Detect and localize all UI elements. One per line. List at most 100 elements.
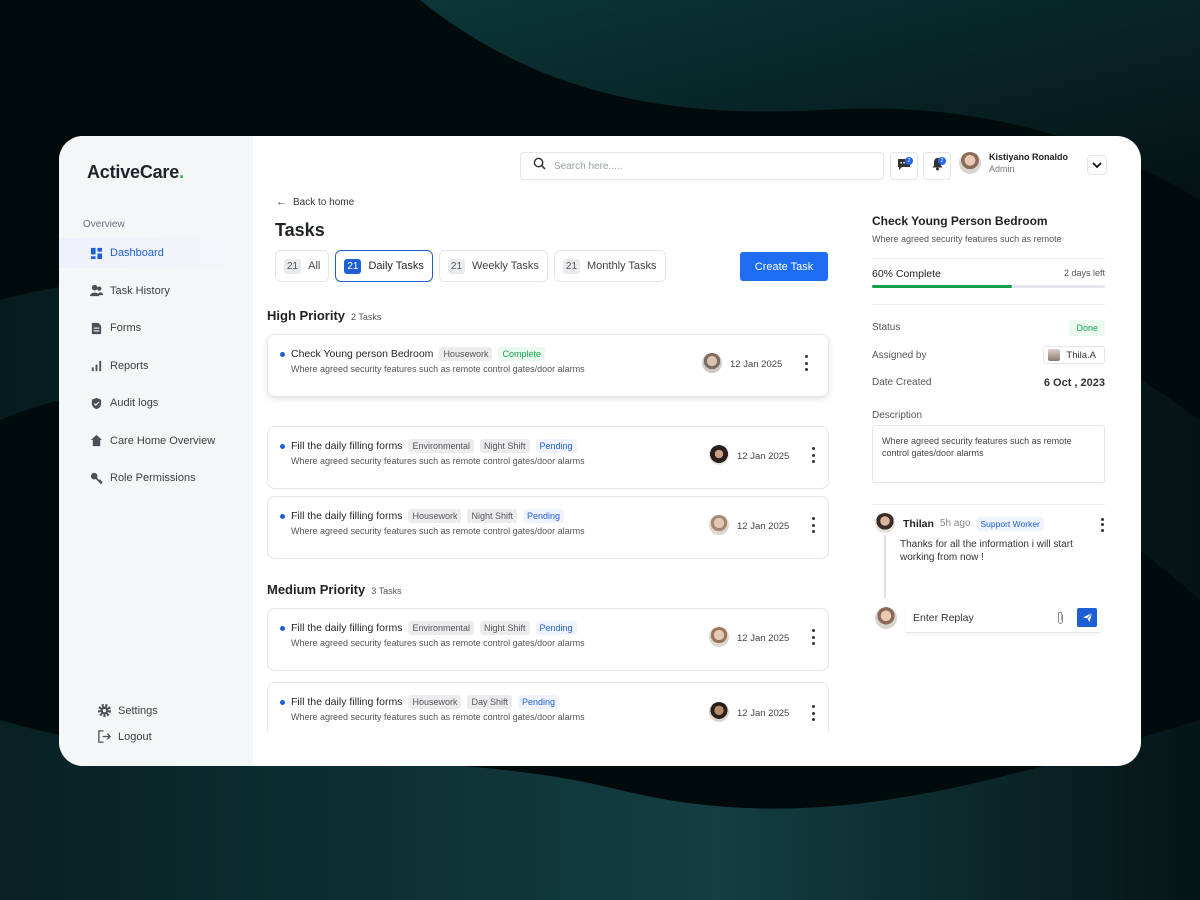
comment-time: 5h ago xyxy=(939,518,971,529)
sidebar-item-label: Forms xyxy=(110,322,142,334)
sidebar-item-task-history[interactable]: Task History xyxy=(59,276,253,306)
bar-chart-icon xyxy=(89,359,103,373)
settings-link[interactable]: Settings xyxy=(97,698,158,724)
detail-subtitle: Where agreed security features such as r… xyxy=(872,234,1062,244)
send-icon[interactable] xyxy=(1077,607,1097,627)
back-label: Back to home xyxy=(293,196,355,208)
sidebar-item-care-home-overview[interactable]: Care Home Overview xyxy=(59,426,253,456)
settings-label: Settings xyxy=(118,705,158,717)
sidebar-item-label: Audit logs xyxy=(110,397,159,409)
task-tabs: 21 All 21 Daily Tasks 21 Weekly Tasks 21 Mon… xyxy=(275,250,672,282)
messages-badge: 2 xyxy=(905,157,913,165)
status-badge: Pending xyxy=(535,439,577,453)
user-menu[interactable]: Kistiyano Ronaldo Admin xyxy=(959,152,1068,174)
notifications-badge: 2 xyxy=(938,157,946,165)
comment-author: Thilan xyxy=(903,517,934,530)
back-link[interactable]: ← Back to home xyxy=(276,196,354,208)
created-value: 6 Oct , 2023 xyxy=(1043,376,1105,389)
tab-label: Monthly Tasks xyxy=(587,260,657,272)
task-date: 12 Jan 2025 xyxy=(737,633,790,644)
avatar xyxy=(709,702,729,722)
notifications-button[interactable]: 2 xyxy=(923,152,951,180)
brand-logo[interactable]: ActiveCare. xyxy=(87,162,184,183)
assigned-label: Assigned by xyxy=(872,349,927,361)
tab-weekly[interactable]: 21 Weekly Tasks xyxy=(438,250,548,282)
task-card[interactable]: Check Young person Bedroom Housework Com… xyxy=(267,334,829,397)
page-title: Tasks xyxy=(275,220,325,240)
home-icon xyxy=(89,434,103,448)
task-card[interactable]: Fill the daily filling forms Environment… xyxy=(267,608,829,671)
nav-section-label: Overview xyxy=(83,219,125,230)
status-label: Status xyxy=(872,322,901,334)
reply-input[interactable] xyxy=(913,612,1043,624)
sidebar-item-reports[interactable]: Reports xyxy=(59,351,253,381)
tab-monthly[interactable]: 21 Monthly Tasks xyxy=(553,250,666,282)
user-name: Kistiyano Ronaldo xyxy=(989,152,1069,162)
avatar xyxy=(709,627,729,647)
assignee-chip[interactable]: Thila.A xyxy=(1043,346,1105,365)
task-card[interactable]: Fill the daily filling forms Housework D… xyxy=(267,682,829,732)
tab-daily[interactable]: 21 Daily Tasks xyxy=(335,250,433,282)
search-input[interactable] xyxy=(554,160,854,172)
section-title: Medium Priority xyxy=(267,582,366,597)
sidebar: ActiveCare. Overview Dashboard Task Hist… xyxy=(59,136,253,766)
messages-button[interactable]: 2 xyxy=(890,152,918,180)
more-options-icon[interactable] xyxy=(808,517,818,533)
bullet-dot xyxy=(280,444,285,449)
comment-text: Thanks for all the information i will st… xyxy=(900,538,1073,563)
create-task-button[interactable]: Create Task xyxy=(740,252,828,281)
sidebar-item-role-permissions[interactable]: Role Permissions xyxy=(59,463,253,493)
bullet-dot xyxy=(280,514,285,519)
sidebar-nav: Dashboard Task History Forms Reports Aud… xyxy=(59,238,253,501)
search-box[interactable] xyxy=(520,152,884,180)
avatar xyxy=(709,445,729,465)
task-card[interactable]: Fill the daily filling forms Environment… xyxy=(267,426,829,489)
sidebar-item-audit-logs[interactable]: Audit logs xyxy=(59,388,253,418)
more-options-icon[interactable] xyxy=(808,447,818,463)
section-count: 2 Tasks xyxy=(351,312,382,322)
shield-icon xyxy=(89,396,103,410)
bullet-dot xyxy=(280,352,285,357)
description-label: Description xyxy=(872,409,923,421)
comment-more-icon[interactable] xyxy=(1099,517,1105,532)
main-content: 2 2 Kistiyano Ronaldo Admin ← Back to ho… xyxy=(253,136,1141,766)
document-icon xyxy=(89,321,103,335)
task-date: 12 Jan 2025 xyxy=(737,708,790,719)
task-description: Where agreed security features such as r… xyxy=(291,526,585,536)
more-options-icon[interactable] xyxy=(808,629,818,645)
time-left: 2 days left xyxy=(1063,268,1105,278)
key-icon xyxy=(89,471,103,485)
bullet-dot xyxy=(280,700,285,705)
tab-all[interactable]: 21 All xyxy=(275,250,330,282)
task-tag: Night Shift xyxy=(467,509,518,523)
users-icon xyxy=(89,284,103,298)
progress-label: 60% Complete xyxy=(872,268,941,280)
reply-box[interactable] xyxy=(906,605,1100,633)
task-tag: Day Shift xyxy=(467,695,512,709)
more-options-icon[interactable] xyxy=(801,355,811,371)
bullet-dot xyxy=(280,626,285,631)
description-box[interactable]: Where agreed security features such as r… xyxy=(872,424,1105,483)
progress-fill xyxy=(872,285,1012,288)
paperclip-icon[interactable] xyxy=(1056,611,1065,630)
sidebar-item-dashboard[interactable]: Dashboard xyxy=(59,238,253,268)
gear-icon xyxy=(97,703,113,719)
user-dropdown-button[interactable] xyxy=(1087,155,1107,175)
sidebar-item-forms[interactable]: Forms xyxy=(59,313,253,343)
created-label: Date Created xyxy=(872,377,932,389)
sidebar-bottom: Settings Logout xyxy=(97,698,158,750)
tab-label: Weekly Tasks xyxy=(472,260,539,272)
task-title: Fill the daily filling forms xyxy=(291,622,403,634)
reply-row xyxy=(872,605,1105,635)
assigned-row: Assigned by Thila.A xyxy=(872,342,1105,370)
logout-link[interactable]: Logout xyxy=(97,724,158,750)
more-options-icon[interactable] xyxy=(808,705,818,721)
sidebar-item-label: Care Home Overview xyxy=(110,434,216,447)
sidebar-item-label: Task History xyxy=(110,284,170,297)
logout-icon xyxy=(97,729,113,745)
sidebar-item-label: Dashboard xyxy=(110,247,164,259)
logout-label: Logout xyxy=(118,731,152,743)
dashboard-icon xyxy=(89,246,103,260)
task-card[interactable]: Fill the daily filling forms Housework N… xyxy=(267,496,829,559)
task-title: Fill the daily filling forms xyxy=(291,696,403,708)
